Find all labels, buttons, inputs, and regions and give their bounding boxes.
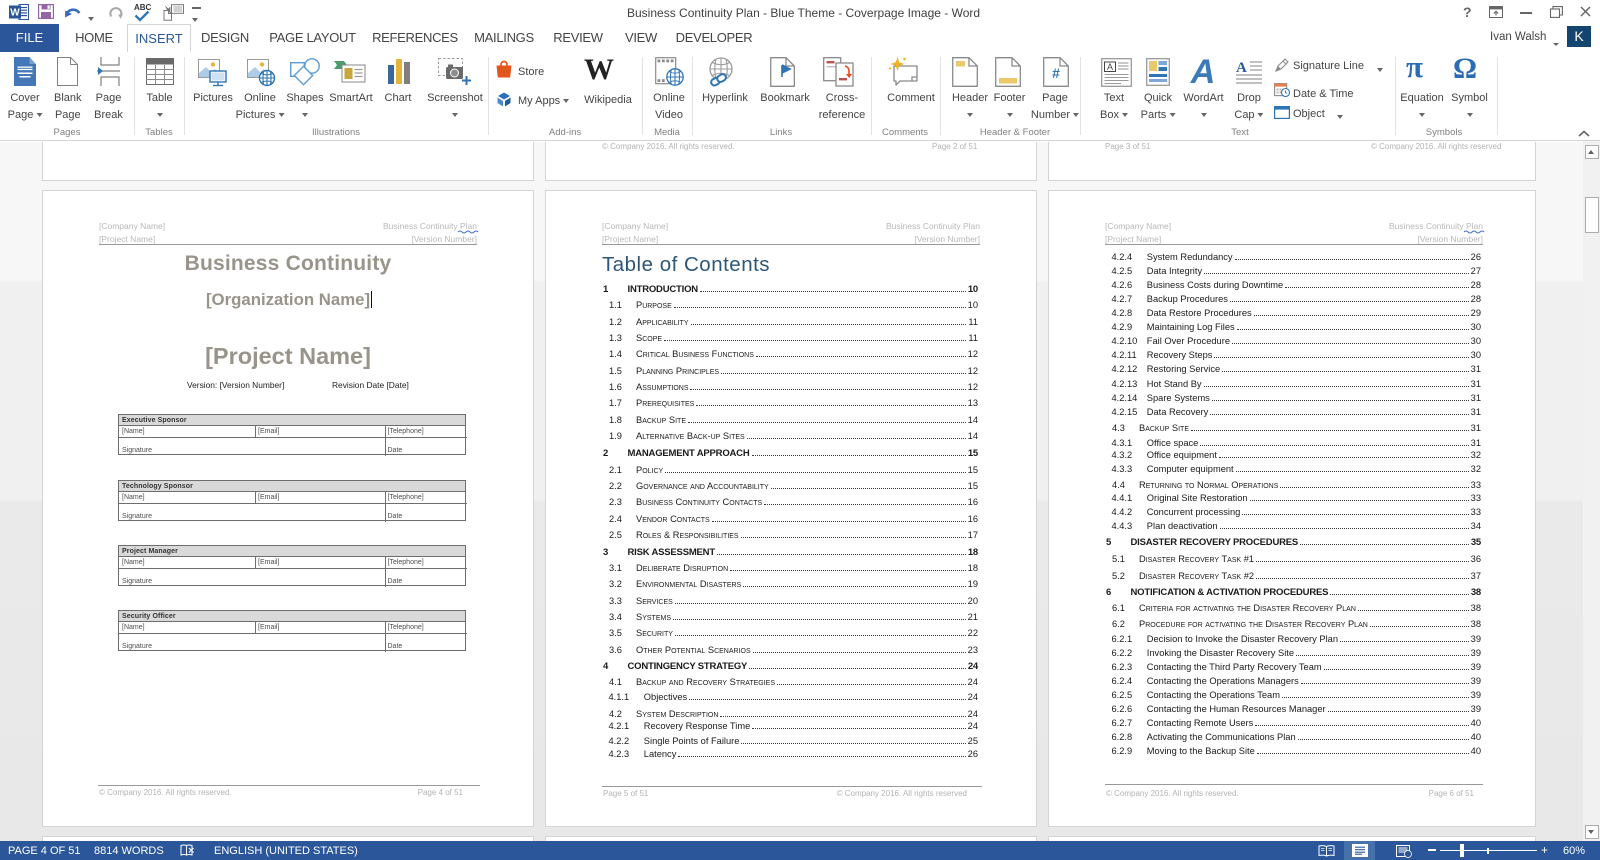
svg-text:A: A [1107,62,1113,72]
svg-text:A: A [1236,60,1247,76]
svg-text:A: A [1190,53,1216,91]
svg-text:W: W [10,8,20,19]
svg-text:#: # [1052,65,1060,81]
